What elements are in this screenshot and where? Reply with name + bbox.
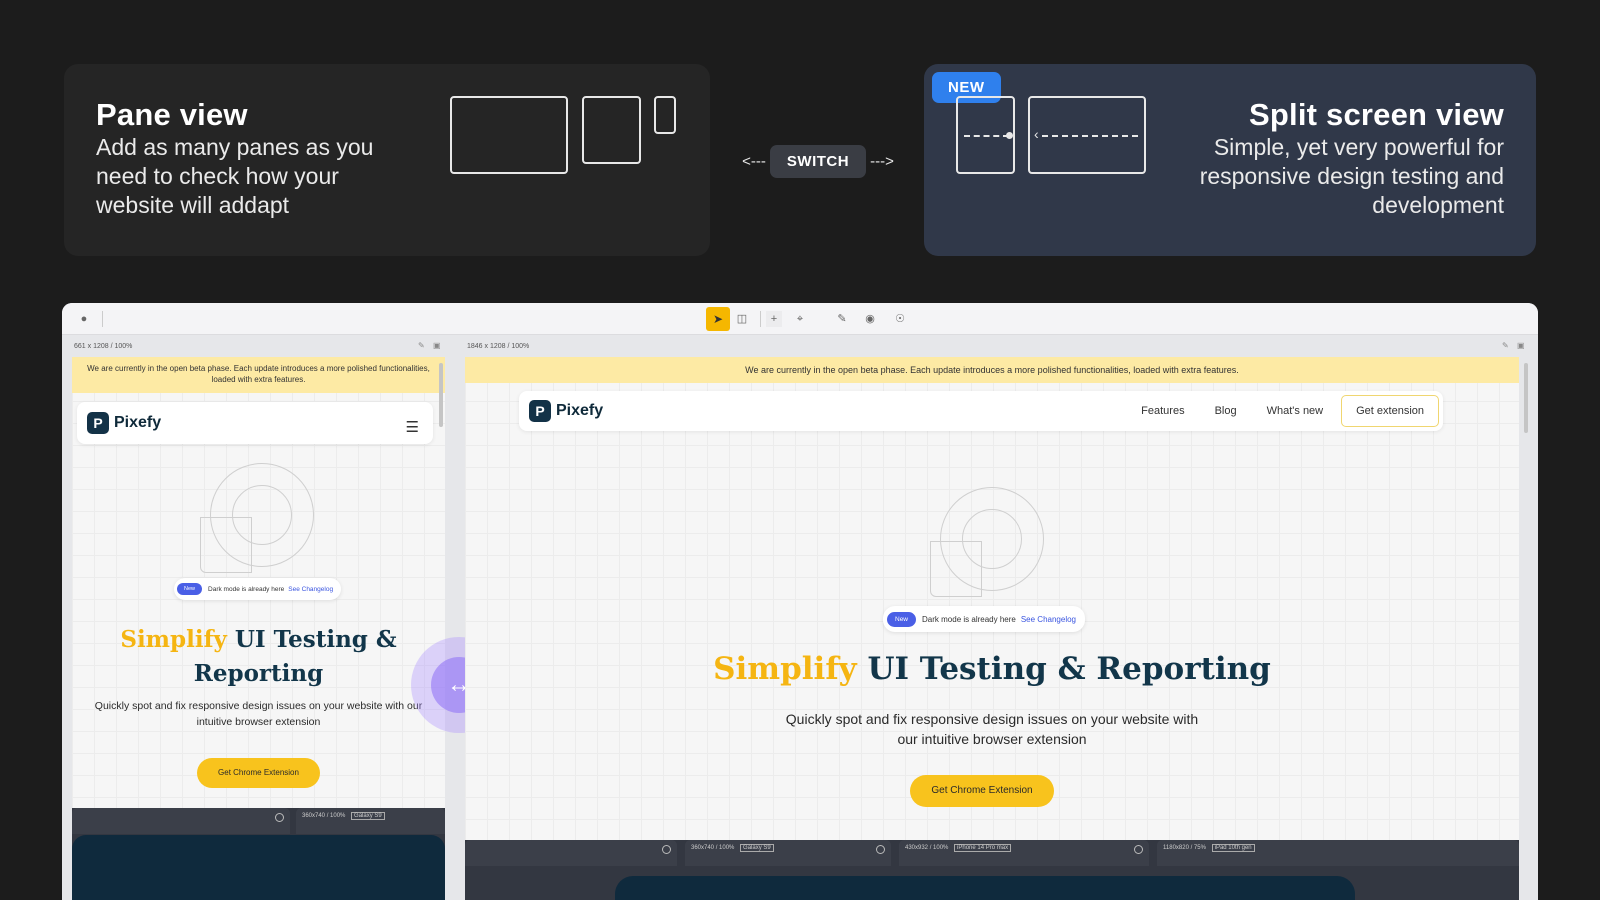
device-tab[interactable] <box>72 808 290 834</box>
desktop-nav: P Pixefy Features Blog What's new Get ex… <box>519 391 1443 431</box>
right-pane: We are currently in the open beta phase.… <box>465 357 1519 900</box>
hero-subtitle-line-1: Quickly spot and fix responsive design i… <box>785 711 1199 727</box>
left-pane-screenshot-icon[interactable]: ▣ <box>433 341 441 350</box>
right-pane-screenshot-icon[interactable]: ▣ <box>1517 341 1525 350</box>
split-view-card: NEW ‹ Split screen view Simple, yet very… <box>924 64 1536 256</box>
device-tab-galaxy[interactable]: 360x740 / 100% Galaxy S9 <box>296 808 445 834</box>
hero-highlight: Simplify <box>120 626 227 653</box>
pen-icon[interactable]: ✎ <box>834 311 850 327</box>
pixefy-logo-icon: P <box>87 412 109 434</box>
device-name: Galaxy S9 <box>351 812 385 820</box>
device-tab-ipad[interactable]: 1180x820 / 75% iPad 10th gen <box>1157 840 1519 866</box>
add-pane-icon[interactable]: + <box>766 311 782 327</box>
device-tab[interactable] <box>465 840 677 866</box>
split-dash-right <box>1042 135 1138 137</box>
news-pill[interactable]: New Dark mode is already here See Change… <box>883 606 1085 632</box>
logo[interactable]: P Pixefy <box>87 412 161 434</box>
toolbar-separator <box>102 311 103 327</box>
extension-toolbar: ● ➤ ◫ + ⌖ ✎ ◉ ☉ <box>62 303 1538 335</box>
switch-control[interactable]: <--- SWITCH ---> <box>740 144 896 178</box>
device-name: iPhone 14 Pro max <box>954 844 1012 852</box>
ghost-logo-stem <box>930 541 982 597</box>
device-radio-icon[interactable] <box>876 845 885 854</box>
device-name: Galaxy S9 <box>740 844 774 852</box>
device-radio-icon[interactable] <box>1134 845 1143 854</box>
news-tag: New <box>887 611 917 627</box>
pane-view-title: Pane view <box>96 97 248 132</box>
split-divider[interactable] <box>446 357 464 900</box>
chrome-extension-button[interactable]: Get Chrome Extension <box>910 775 1054 807</box>
split-dash-left <box>964 135 1009 137</box>
hero-rest: UI Testing & Reporting <box>856 651 1271 687</box>
left-pane: We are currently in the open beta phase.… <box>72 357 445 900</box>
split-view-title: Split screen view <box>1249 97 1504 132</box>
cursor-tool-icon[interactable]: ➤ <box>706 307 730 331</box>
beta-banner: We are currently in the open beta phase.… <box>465 357 1519 383</box>
right-scrollbar[interactable] <box>1524 363 1528 433</box>
split-arrow-icon: ‹ <box>1034 126 1039 142</box>
device-name: iPad 10th gen <box>1211 844 1255 852</box>
pane-outline-large <box>450 96 568 174</box>
device-radio-icon[interactable] <box>662 845 671 854</box>
news-pill[interactable]: New Dark mode is already here See Change… <box>174 578 342 600</box>
device-tab-iphone[interactable]: 430x932 / 100% iPhone 14 Pro max <box>899 840 1149 866</box>
hero-heading: Simplify UI Testing & Reporting <box>465 647 1519 691</box>
split-handle-dot <box>1006 132 1013 139</box>
logo[interactable]: P Pixefy <box>529 400 603 422</box>
hero-subtitle-line-2: our intuitive browser extension <box>897 731 1087 747</box>
dark-preview <box>615 876 1355 900</box>
pin-icon[interactable]: ● <box>76 311 92 327</box>
switch-arrow-right: ---> <box>870 152 894 170</box>
left-pane-edit-icon[interactable]: ✎ <box>418 341 425 350</box>
split-layout-icon[interactable]: ◫ <box>734 311 750 327</box>
nav-link-blog[interactable]: Blog <box>1215 405 1237 417</box>
news-text: Dark mode is already here <box>922 614 1016 624</box>
ghost-logo-stem <box>200 517 252 573</box>
switch-button[interactable]: SWITCH <box>769 144 867 178</box>
beta-banner: We are currently in the open beta phase.… <box>72 357 445 393</box>
hero-highlight: Simplify <box>713 651 857 687</box>
device-radio-icon[interactable] <box>275 813 284 822</box>
right-pane-edit-icon[interactable]: ✎ <box>1502 341 1509 350</box>
split-view-description: Simple, yet very powerful for responsive… <box>1199 134 1504 219</box>
mobile-nav: P Pixefy ☰ <box>77 402 433 444</box>
hero-subtitle: Quickly spot and fix responsive design i… <box>465 709 1519 749</box>
nav-link-whats-new[interactable]: What's new <box>1267 405 1324 417</box>
shield-icon[interactable]: ☉ <box>892 311 908 327</box>
get-extension-button[interactable]: Get extension <box>1341 395 1439 427</box>
hero-subtitle: Quickly spot and fix responsive design i… <box>94 700 423 728</box>
pane-view-description: Add as many panes as you need to check h… <box>96 134 374 219</box>
pixefy-logo-icon: P <box>529 400 551 422</box>
logo-text: Pixefy <box>556 402 604 419</box>
news-tag: New <box>177 583 203 595</box>
right-pane-size: 1846 x 1208 / 100% <box>467 343 530 350</box>
browser-frame: ● ➤ ◫ + ⌖ ✎ ◉ ☉ 661 x 1208 / 100% ✎ ▣ 18… <box>62 303 1538 900</box>
pane-outline-small <box>654 96 676 134</box>
left-pane-size: 661 x 1208 / 100% <box>74 343 133 350</box>
device-size: 430x932 / 100% <box>905 845 949 851</box>
dark-preview <box>72 835 445 900</box>
toolbar-separator <box>760 311 761 327</box>
device-size: 360x740 / 100% <box>302 813 346 819</box>
left-scrollbar[interactable] <box>439 363 443 427</box>
menu-icon[interactable]: ☰ <box>406 418 419 436</box>
changelog-link[interactable]: See Changelog <box>1021 615 1076 624</box>
pane-outline-medium <box>582 96 641 164</box>
device-tab-galaxy[interactable]: 360x740 / 100% Galaxy S9 <box>685 840 891 866</box>
palette-icon[interactable]: ◉ <box>862 311 878 327</box>
changelog-link[interactable]: See Changelog <box>288 586 333 593</box>
crop-icon[interactable]: ⌖ <box>792 311 808 327</box>
pane-view-card: Pane view Add as many panes as you need … <box>64 64 710 256</box>
hero-heading: Simplify UI Testing & Reporting <box>112 623 405 691</box>
nav-link-features[interactable]: Features <box>1141 405 1184 417</box>
device-size: 360x740 / 100% <box>691 845 735 851</box>
news-text: Dark mode is already here <box>208 585 285 593</box>
chrome-extension-button[interactable]: Get Chrome Extension <box>197 758 320 788</box>
device-size: 1180x820 / 75% <box>1163 845 1206 851</box>
logo-text: Pixefy <box>114 414 162 431</box>
switch-arrow-left: <--- <box>742 152 766 170</box>
